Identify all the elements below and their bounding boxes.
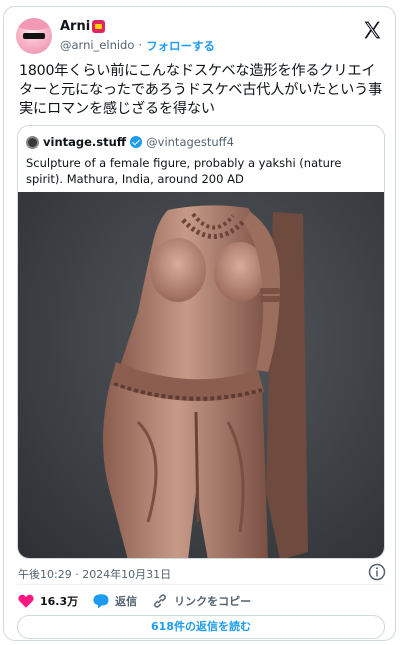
quoted-author-handle: @vintagestuff4: [146, 135, 234, 149]
action-bar: 16.3万 返信 リンクをコピー: [17, 591, 265, 611]
quoted-tweet[interactable]: vintage.stuff @vintagestuff4 Sculpture o…: [17, 125, 385, 559]
quoted-author-avatar: [26, 135, 39, 149]
reply-button[interactable]: 返信: [92, 592, 137, 610]
tweet-header: Arni @arni_elnido · フォローする: [16, 16, 384, 56]
heart-icon: [18, 594, 34, 608]
reply-bubble-icon: [93, 594, 109, 609]
copy-link-label: リンクをコピー: [174, 595, 252, 608]
like-button[interactable]: 16.3万: [17, 592, 78, 610]
separator-dot: ·: [138, 38, 143, 52]
sculpture-illustration: [103, 205, 308, 558]
verified-badge-icon: [130, 136, 143, 148]
tweet-text: 1800年くらい前にこんなドスケベな造形を作るクリエイターと元になったであろうド…: [19, 63, 383, 117]
follow-button[interactable]: フォローする: [146, 38, 215, 54]
like-count: 16.3万: [40, 595, 79, 608]
x-logo-icon[interactable]: [362, 20, 382, 40]
sculpture-photo[interactable]: [18, 192, 384, 558]
read-replies-button[interactable]: 618件の返信を読む: [17, 615, 385, 639]
tweet-card: Arni @arni_elnido · フォローする 1800年くらい前にこんな…: [3, 6, 396, 641]
author-handle-row: @arni_elnido · フォローする: [60, 38, 215, 54]
author-display-name[interactable]: Arni: [60, 19, 90, 34]
author-name-row: Arni: [60, 19, 106, 34]
quoted-author-name: vintage.stuff: [43, 135, 127, 149]
link-icon: [154, 594, 167, 608]
info-icon[interactable]: [368, 563, 386, 581]
quoted-tweet-text: Sculpture of a female figure, probably a…: [26, 156, 342, 186]
emoji-badge-icon: [92, 20, 106, 33]
author-avatar[interactable]: [16, 18, 52, 54]
reply-label: 返信: [115, 595, 138, 608]
author-handle[interactable]: @arni_elnido: [60, 38, 134, 54]
tweet-timestamp[interactable]: 午後10:29 · 2024年10月31日: [18, 566, 171, 582]
copy-link-button[interactable]: リンクをコピー: [151, 592, 251, 610]
divider: [17, 584, 385, 585]
quoted-tweet-header: vintage.stuff @vintagestuff4: [26, 135, 234, 149]
